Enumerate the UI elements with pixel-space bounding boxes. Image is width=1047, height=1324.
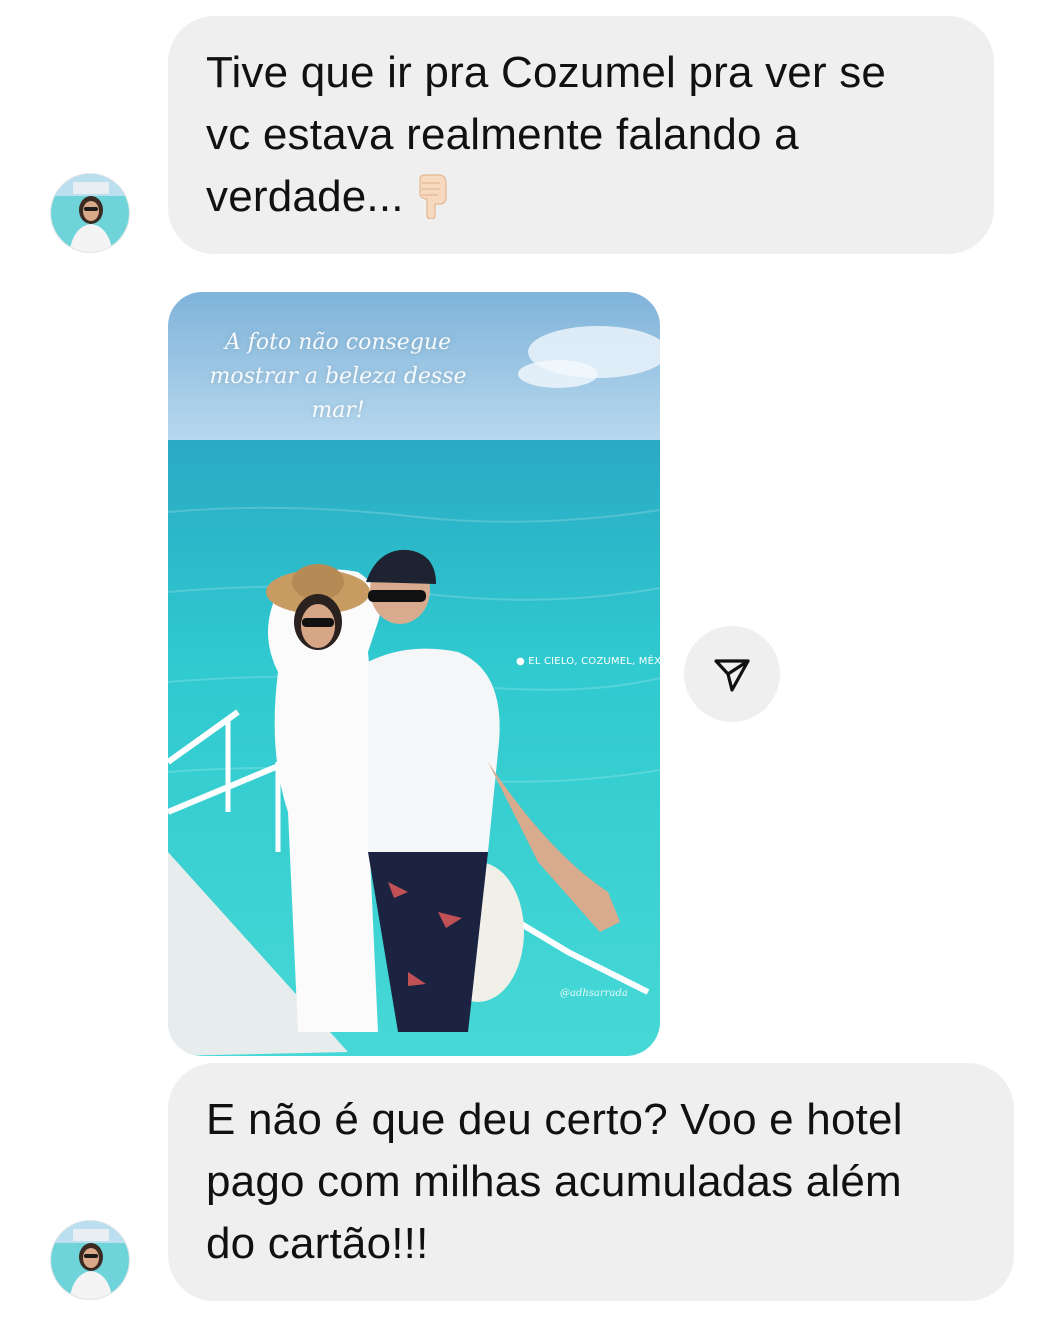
message-line: Tive que ir pra Cozumel pra ver se — [206, 48, 887, 97]
pointing-down-emoji-icon — [419, 174, 447, 219]
location-sticker[interactable]: ● EL CIELO, COZUMEL, MÉXICO — [516, 656, 660, 667]
avatar[interactable] — [50, 173, 130, 253]
story-reply-image[interactable]: A foto não consegue mostrar a beleza des… — [168, 292, 660, 1056]
photo-handle: @adhsarrada — [560, 988, 628, 999]
message-bubble-2: E não é que deu certo? Voo e hotel pago … — [168, 1063, 1014, 1301]
avatar[interactable] — [50, 1220, 130, 1300]
share-button[interactable] — [684, 626, 780, 722]
paper-plane-icon — [714, 659, 750, 692]
message-line: E não é que deu certo? Voo e hotel — [206, 1095, 903, 1144]
message-line: verdade... — [206, 166, 954, 228]
message-line: pago com milhas acumuladas além — [206, 1157, 902, 1206]
message-line: do cartão!!! — [206, 1219, 429, 1268]
message-line: vc estava realmente falando a — [206, 110, 799, 159]
message-bubble-1: Tive que ir pra Cozumel pra ver se vc es… — [168, 16, 994, 254]
story-caption: A foto não consegue mostrar a beleza des… — [209, 330, 467, 423]
